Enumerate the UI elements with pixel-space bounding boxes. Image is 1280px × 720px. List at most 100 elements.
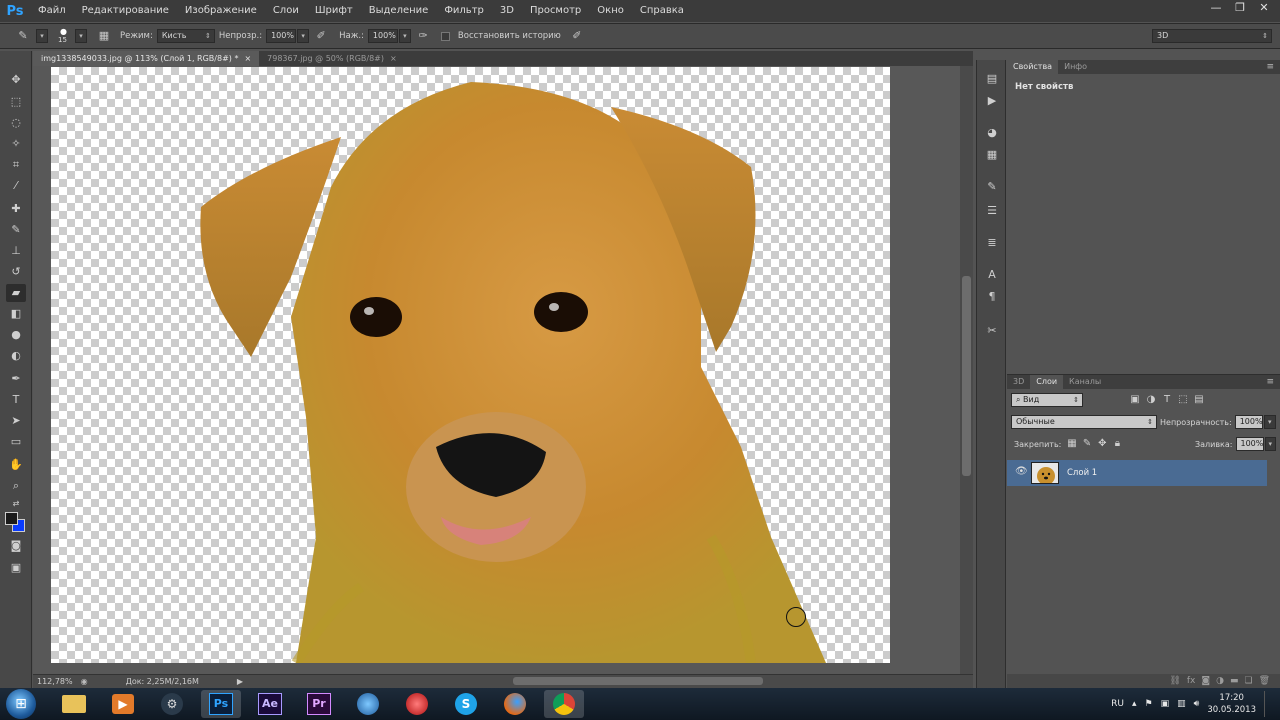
foreground-color-swatch[interactable]: [5, 512, 18, 525]
pressure-input[interactable]: 100%: [367, 29, 398, 43]
brush-picker-dropdown[interactable]: ▾: [75, 29, 87, 43]
panel-menu-icon[interactable]: ≡: [1266, 60, 1274, 74]
media-player-icon[interactable]: ▶: [103, 690, 143, 718]
tray-network-icon[interactable]: ▥: [1177, 699, 1186, 709]
pressure-size-icon[interactable]: ✐: [568, 28, 586, 44]
link-layers-icon[interactable]: ⛓: [1169, 676, 1180, 686]
mode-select[interactable]: Кисть ⇕: [156, 29, 215, 43]
gradient-icon[interactable]: ◧: [6, 305, 26, 323]
vertical-scrollbar[interactable]: [960, 66, 973, 674]
menu-image[interactable]: Изображение: [177, 0, 265, 22]
adjustment-layer-icon[interactable]: ◑: [1216, 676, 1224, 686]
visibility-eye-icon[interactable]: 👁︎: [1015, 466, 1028, 477]
paragraph-icon[interactable]: ¶: [982, 288, 1002, 306]
dodge-icon[interactable]: ◐: [6, 347, 26, 365]
start-button[interactable]: ⊞: [6, 689, 36, 719]
paragraph-styles-icon[interactable]: ≣: [982, 234, 1002, 252]
menu-file[interactable]: Файл: [30, 0, 74, 22]
menu-type[interactable]: Шрифт: [307, 0, 361, 22]
opacity-dropdown[interactable]: ▾: [297, 29, 310, 43]
skype-icon[interactable]: S: [446, 690, 486, 718]
brush-size-picker[interactable]: ● 15: [54, 27, 74, 45]
status-icon[interactable]: ◉: [81, 677, 88, 686]
healing-brush-icon[interactable]: ✚: [6, 200, 26, 218]
minimize-button[interactable]: —: [1206, 2, 1226, 16]
play-icon[interactable]: ▶: [237, 677, 243, 686]
blend-mode-select[interactable]: Обычные ⇕: [1011, 415, 1157, 429]
layer-row[interactable]: 👁︎ Слой 1: [1007, 460, 1267, 486]
zoom-level[interactable]: 112,78%: [37, 677, 73, 686]
tab-info[interactable]: Инфо: [1058, 60, 1093, 74]
menu-edit[interactable]: Редактирование: [74, 0, 177, 22]
shape-icon[interactable]: ▭: [6, 433, 26, 451]
menu-layers[interactable]: Слои: [265, 0, 307, 22]
history-icon[interactable]: ▤: [982, 70, 1002, 88]
eyedropper-icon[interactable]: ⁄: [6, 177, 26, 195]
character-icon[interactable]: A: [982, 266, 1002, 284]
zoom-icon[interactable]: ⌕: [6, 477, 26, 495]
quick-selection-icon[interactable]: ✧: [6, 135, 26, 153]
premiere-taskbar-button[interactable]: Pr: [299, 690, 339, 718]
tab-3d[interactable]: 3D: [1007, 375, 1030, 389]
clock[interactable]: 17:20 30.05.2013: [1207, 692, 1256, 716]
airbrush-icon[interactable]: ✑: [414, 28, 432, 44]
type-icon[interactable]: T: [6, 391, 26, 409]
move-icon[interactable]: ✥: [6, 71, 26, 89]
crop-icon[interactable]: ⌗: [6, 156, 26, 174]
filter-pixel-icon[interactable]: ▣: [1127, 393, 1143, 407]
actions-icon[interactable]: ▶: [982, 92, 1002, 110]
language-indicator[interactable]: RU: [1111, 699, 1124, 709]
explorer-icon[interactable]: [54, 690, 94, 718]
restore-history-checkbox[interactable]: [440, 31, 450, 41]
menu-help[interactable]: Справка: [632, 0, 692, 22]
brush-panel-icon[interactable]: ▦: [95, 28, 113, 44]
filter-smart-object-icon[interactable]: ▤: [1191, 393, 1207, 407]
quick-mask-icon[interactable]: ◙: [6, 537, 26, 555]
red-app-icon[interactable]: [397, 690, 437, 718]
brush-presets-icon[interactable]: ✎: [982, 178, 1002, 196]
menu-filter[interactable]: Фильтр: [436, 0, 492, 22]
screen-mode-icon[interactable]: ▣: [6, 559, 26, 577]
add-mask-icon[interactable]: ◙: [1201, 676, 1210, 686]
eraser-tool-preset-icon[interactable]: ✎: [14, 28, 32, 44]
new-layer-icon[interactable]: ❏: [1244, 676, 1252, 686]
pressure-opacity-icon[interactable]: ✐: [312, 28, 330, 44]
horizontal-scrollbar[interactable]: [513, 677, 763, 685]
filter-type-icon[interactable]: T: [1159, 393, 1175, 407]
pen-icon[interactable]: ✒: [6, 370, 26, 388]
menu-window[interactable]: Окно: [589, 0, 632, 22]
volume-icon[interactable]: 🔊︎: [1194, 699, 1200, 709]
pressure-dropdown[interactable]: ▾: [398, 29, 411, 43]
tool-preset-dropdown[interactable]: ▾: [36, 29, 48, 43]
chrome-icon[interactable]: [544, 690, 584, 718]
steam-icon[interactable]: ⚙: [152, 690, 192, 718]
menu-view[interactable]: Просмотр: [522, 0, 589, 22]
document-canvas[interactable]: [51, 67, 890, 663]
tab-798367[interactable]: 798367.jpg @ 50% (RGB/8#) ×: [259, 51, 405, 66]
firefox-icon[interactable]: [495, 690, 535, 718]
hand-icon[interactable]: ✋: [6, 456, 26, 474]
filter-shape-icon[interactable]: ⬚: [1175, 393, 1191, 407]
lasso-icon[interactable]: ◌: [6, 114, 26, 132]
layer-opacity-input[interactable]: 100%: [1234, 415, 1263, 429]
workspace-select[interactable]: 3D ⇕: [1152, 29, 1272, 43]
layer-filter-select[interactable]: ⌕ Вид ⇕: [1011, 393, 1083, 407]
history-brush-icon[interactable]: ↺: [6, 263, 26, 281]
adjustments-icon[interactable]: ☰: [982, 202, 1002, 220]
tool-presets-icon[interactable]: ✂: [982, 322, 1002, 340]
swatches-icon[interactable]: ▦: [982, 146, 1002, 164]
new-group-icon[interactable]: ▬: [1230, 676, 1239, 686]
swap-colors-icon[interactable]: ⇄: [6, 495, 26, 513]
layer-opacity-dropdown[interactable]: ▾: [1263, 415, 1276, 429]
filter-adjustment-icon[interactable]: ◑: [1143, 393, 1159, 407]
marquee-icon[interactable]: ⬚: [6, 93, 26, 111]
after-effects-taskbar-button[interactable]: Ae: [250, 690, 290, 718]
brush-icon[interactable]: ✎: [6, 221, 26, 239]
show-desktop-button[interactable]: [1264, 691, 1272, 717]
photoshop-taskbar-button[interactable]: Ps: [201, 690, 241, 718]
color-icon[interactable]: ◕: [982, 124, 1002, 142]
fill-input[interactable]: 100%: [1235, 437, 1264, 451]
menu-3d[interactable]: 3D: [492, 0, 522, 22]
globe-app-icon[interactable]: [348, 690, 388, 718]
layer-name[interactable]: Слой 1: [1067, 468, 1097, 478]
